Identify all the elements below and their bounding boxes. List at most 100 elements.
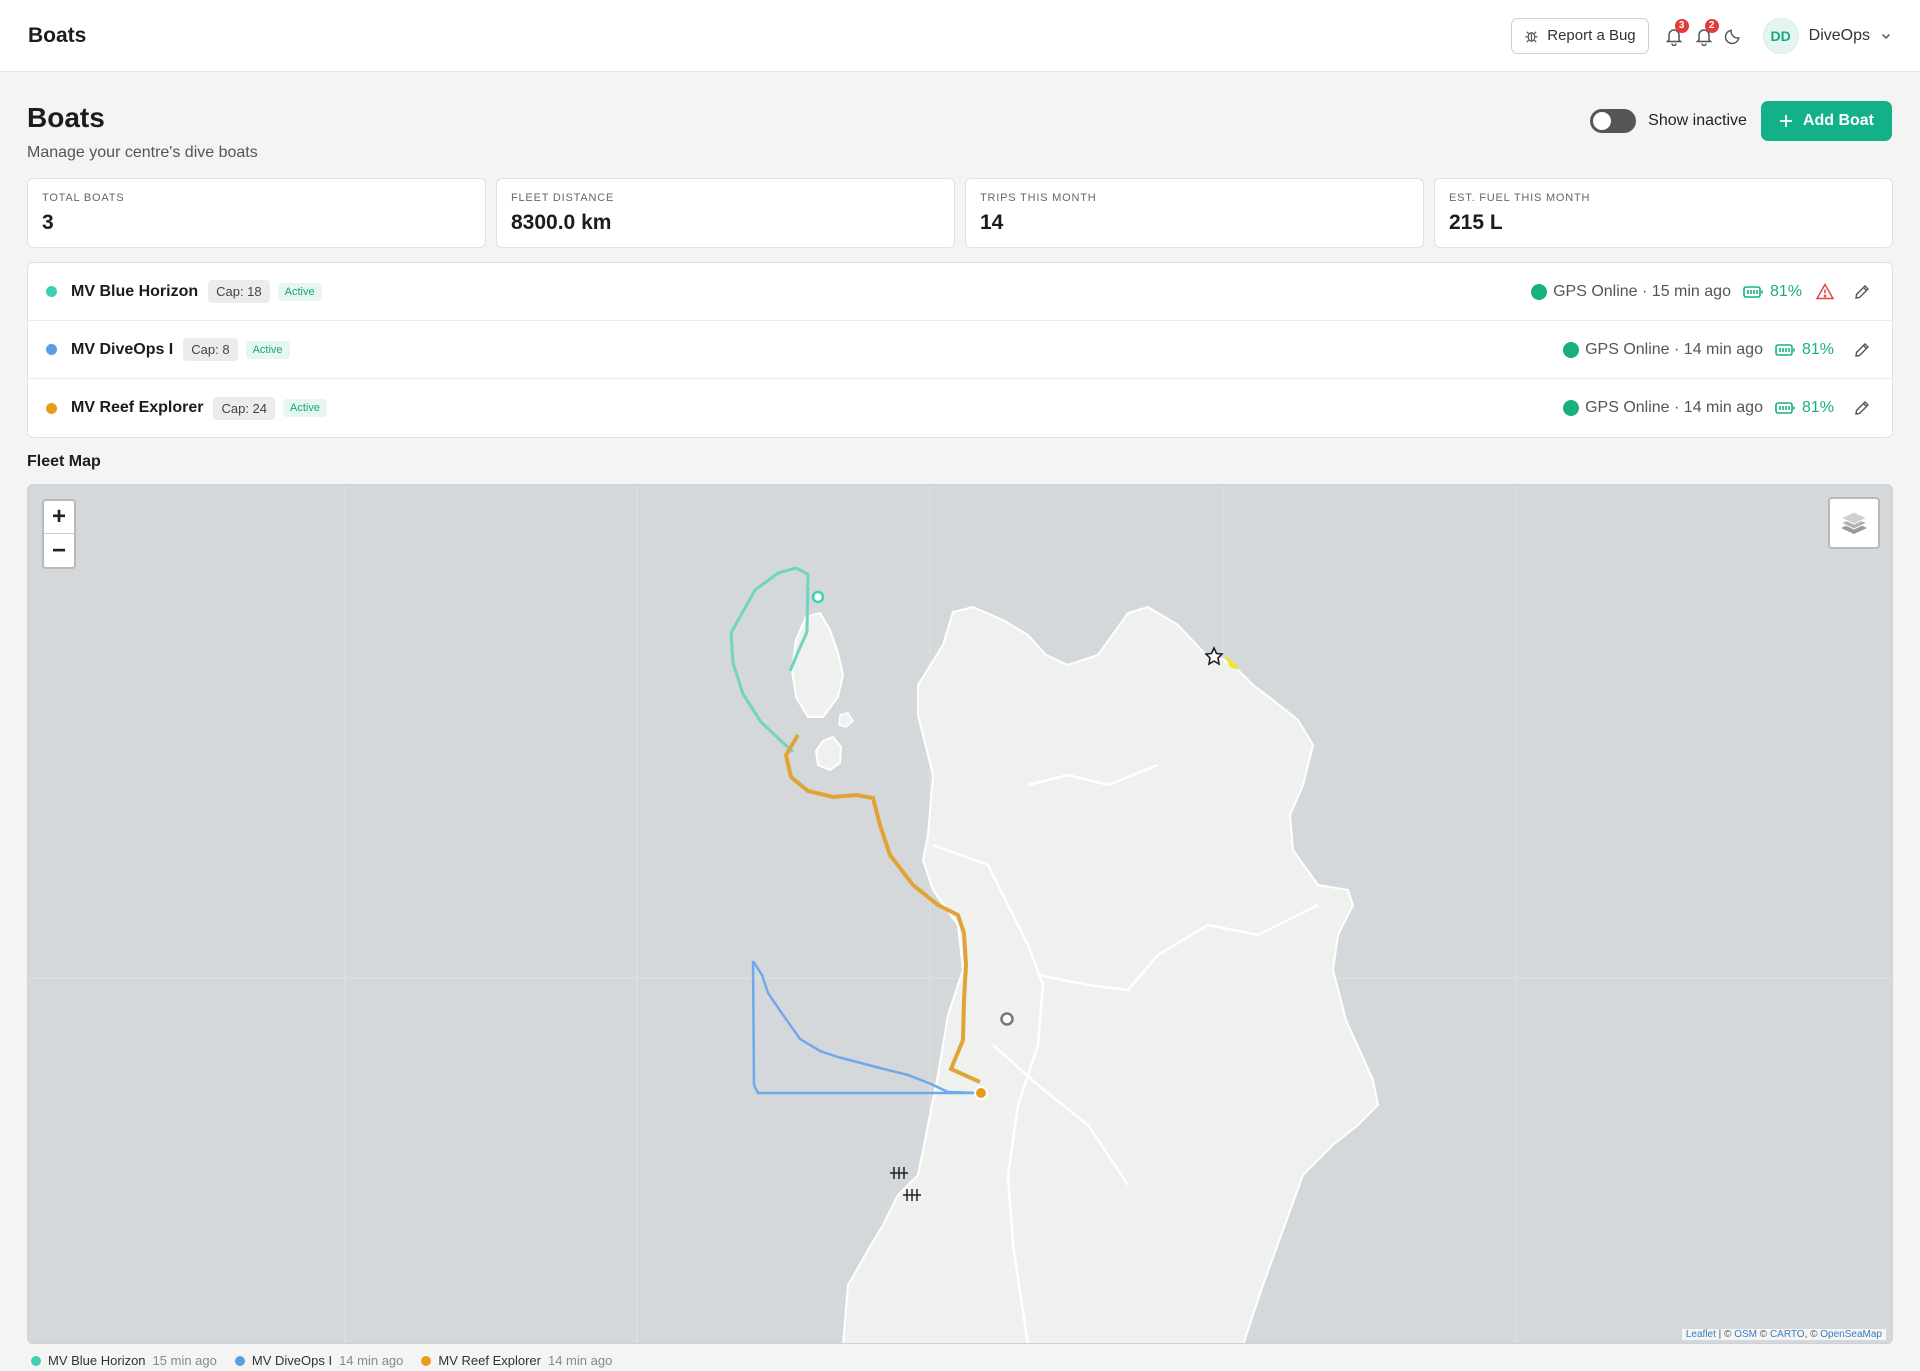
alerts-button[interactable]: 2 <box>1689 18 1719 51</box>
stat-trips-this-month: Trips This Month 14 <box>965 178 1424 248</box>
boat-name: MV Blue Horizon <box>71 282 199 300</box>
battery-level: 81% <box>1769 282 1802 300</box>
report-bug-button[interactable]: Report a Bug <box>1511 17 1649 54</box>
top-bar: Boats Report a Bug 3 2 DD DiveOps <box>0 0 1920 72</box>
top-bar-actions: Report a Bug 3 2 DD DiveOps <box>1511 17 1892 54</box>
toggle-knob <box>1593 112 1612 130</box>
boat-status: GPS Online · 14 min ago 81% <box>1563 341 1870 359</box>
port-marker[interactable] <box>1000 1012 1014 1026</box>
gps-status-dot <box>1563 400 1580 416</box>
legend-item: MV Blue Horizon 15 min ago <box>31 1353 217 1368</box>
legend-color-dot <box>31 1355 41 1366</box>
boat-info: MV Blue Horizon Cap: 18 Active <box>46 280 322 303</box>
alert-badge: 2 <box>1704 18 1719 33</box>
edit-boat-button[interactable] <box>1854 400 1870 416</box>
gps-status-dot <box>1563 341 1580 358</box>
islet-small <box>814 735 843 772</box>
layers-button[interactable] <box>1828 497 1880 549</box>
islet-north <box>790 611 845 718</box>
boat-info: MV DiveOps I Cap: 8 Active <box>46 338 290 361</box>
user-menu-name[interactable]: DiveOps <box>1809 27 1870 45</box>
map-attribution: Leaflet | © OSM © CARTO, © OpenSeaMap <box>1681 1329 1886 1340</box>
boat-row[interactable]: MV Reef Explorer Cap: 24 Active GPS Onli… <box>28 379 1892 437</box>
attribution-separator: | © <box>1715 1329 1735 1340</box>
add-boat-label: Add Boat <box>1802 112 1874 129</box>
edit-boat-button[interactable] <box>1854 284 1870 300</box>
report-bug-label: Report a Bug <box>1547 27 1636 44</box>
warning-icon <box>1816 283 1834 300</box>
islet-rock <box>838 712 854 728</box>
stat-est-fuel: Est. Fuel This Month 215 L <box>1434 178 1893 248</box>
boat-color-dot <box>46 286 57 297</box>
legend-color-dot <box>421 1355 432 1366</box>
boat-status: GPS Online · 14 min ago 81% <box>1563 399 1870 417</box>
pencil-icon <box>1855 284 1869 299</box>
notifications-button[interactable]: 3 <box>1659 18 1689 51</box>
legend-boat-name: MV Blue Horizon <box>48 1353 146 1368</box>
battery-icon <box>1743 285 1763 298</box>
battery-icon <box>1775 343 1795 356</box>
boat-color-dot <box>46 344 57 355</box>
show-inactive-toggle[interactable] <box>1590 109 1637 133</box>
carto-link[interactable]: CARTO <box>1770 1329 1805 1340</box>
boat-row[interactable]: MV DiveOps I Cap: 8 Active GPS Online · … <box>28 321 1892 379</box>
boat-marker-reef-explorer[interactable] <box>974 1086 988 1100</box>
battery-icon <box>1775 402 1795 414</box>
boat-status: GPS Online · 15 min ago 81% <box>1531 283 1870 301</box>
boat-capacity: Cap: 8 <box>183 338 238 361</box>
moon-icon <box>1725 29 1740 45</box>
pencil-icon <box>1855 342 1869 357</box>
boat-info: MV Reef Explorer Cap: 24 Active <box>46 396 327 420</box>
fleet-map[interactable]: + − Leaflet | © OSM © CARTO, © OpenSeaMa… <box>27 484 1893 1344</box>
boat-capacity: Cap: 24 <box>213 396 276 420</box>
add-boat-button[interactable]: Add Boat <box>1760 101 1892 141</box>
gps-status-text: GPS Online · 14 min ago <box>1585 399 1763 416</box>
legend-time: 14 min ago <box>547 1353 613 1368</box>
battery-level: 81% <box>1801 399 1834 416</box>
legend-time: 15 min ago <box>152 1353 217 1368</box>
island-landmass <box>842 605 1380 1343</box>
status-badge: Active <box>283 399 327 417</box>
gps-status-text: GPS Online · 15 min ago <box>1553 282 1731 300</box>
leaflet-link[interactable]: Leaflet <box>1686 1329 1716 1340</box>
plus-icon <box>1779 115 1792 127</box>
boat-name: MV Reef Explorer <box>71 399 204 416</box>
chevron-down-icon[interactable] <box>1880 30 1892 42</box>
show-inactive-label: Show inactive <box>1648 112 1747 129</box>
battery-level: 81% <box>1801 340 1834 358</box>
map-canvas[interactable] <box>28 485 1893 1344</box>
map-legend: MV Blue Horizon 15 min ago MV DiveOps I … <box>31 1353 612 1368</box>
warning-indicator[interactable] <box>1816 283 1834 300</box>
legend-boat-name: MV DiveOps I <box>251 1353 333 1368</box>
status-badge: Active <box>277 282 322 301</box>
stat-label: Total Boats <box>42 192 125 204</box>
boat-row[interactable]: MV Blue Horizon Cap: 18 Active GPS Onlin… <box>28 263 1892 321</box>
fleet-map-title: Fleet Map <box>27 453 101 470</box>
zoom-in-button[interactable]: + <box>44 501 74 534</box>
stat-value: 215 L <box>1449 211 1503 234</box>
page-subtitle: Manage your centre's dive boats <box>27 144 258 161</box>
theme-toggle-button[interactable] <box>1719 21 1749 51</box>
avatar[interactable]: DD <box>1762 17 1799 54</box>
app-title: Boats <box>28 23 87 47</box>
page-title: Boats <box>27 102 105 133</box>
legend-time: 14 min ago <box>339 1353 404 1368</box>
legend-boat-name: MV Reef Explorer <box>438 1353 541 1368</box>
layers-icon <box>1839 511 1869 534</box>
osm-link[interactable]: OSM <box>1734 1329 1757 1340</box>
stat-value: 8300.0 km <box>511 211 612 234</box>
stat-label: Fleet Distance <box>511 192 615 204</box>
edit-boat-button[interactable] <box>1854 342 1870 358</box>
gps-status-dot <box>1531 283 1548 300</box>
zoom-out-button[interactable]: − <box>44 534 74 567</box>
battery-status: 81% <box>1775 399 1834 417</box>
wreck-icon[interactable] <box>890 1167 908 1179</box>
legend-item: MV Reef Explorer 14 min ago <box>421 1353 612 1368</box>
gps-status-text: GPS Online · 14 min ago <box>1585 340 1763 358</box>
stat-value: 3 <box>42 211 54 234</box>
openseamap-link[interactable]: OpenSeaMap <box>1820 1329 1882 1340</box>
header-actions: Show inactive Add Boat <box>1590 101 1892 141</box>
legend-color-dot <box>234 1355 245 1366</box>
boat-marker-blue-horizon[interactable] <box>811 590 825 604</box>
stat-value: 14 <box>980 211 1004 234</box>
